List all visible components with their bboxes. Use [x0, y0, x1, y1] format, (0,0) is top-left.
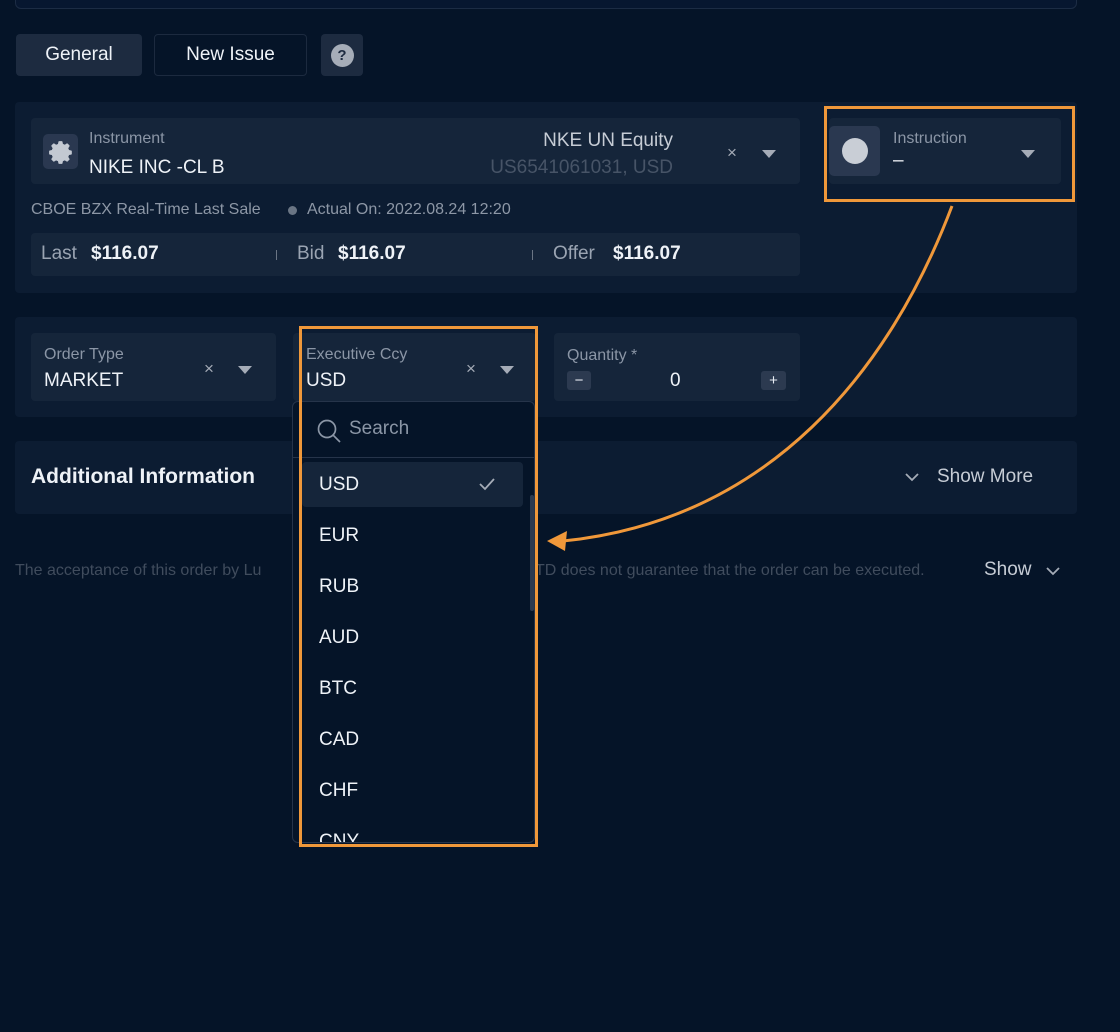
- annotation-arrow: [547, 205, 954, 551]
